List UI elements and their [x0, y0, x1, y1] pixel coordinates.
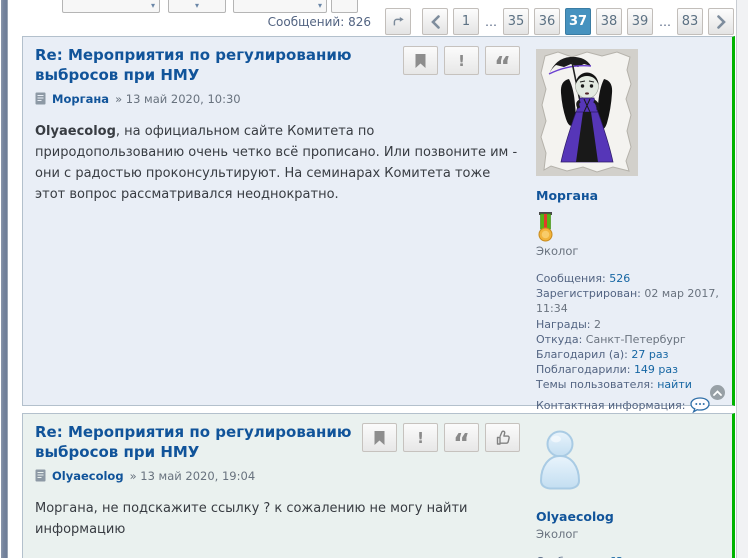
- stat-value-user-topics-link[interactable]: найти: [657, 378, 692, 391]
- post-date: » 13 май 2020, 19:04: [130, 469, 256, 483]
- stat-label: Награды:: [536, 318, 591, 331]
- post: Re: Мероприятия по регулированию выбросо…: [22, 36, 735, 406]
- bookmark-button[interactable]: [362, 423, 397, 452]
- post-author-link[interactable]: Olyaecolog: [52, 469, 124, 483]
- medal-icon: [536, 212, 555, 242]
- page-button-83[interactable]: 83: [677, 8, 703, 35]
- quote-button[interactable]: “: [444, 423, 479, 452]
- post-body: Моргана, не подскажите ссылку ? к сожале…: [35, 498, 518, 540]
- post-meta: Olyaecolog » 13 май 2020, 19:04: [35, 469, 518, 483]
- jump-to-page-button[interactable]: [385, 8, 411, 35]
- page-button-38[interactable]: 38: [596, 8, 622, 35]
- profile-username-link[interactable]: Olyaecolog: [536, 509, 728, 524]
- post-profile: Моргана Эколог Сообщения: 526 Зарегистри…: [526, 37, 732, 405]
- avatar[interactable]: [536, 49, 638, 176]
- post: Re: Мероприятия по регулированию выбросо…: [22, 413, 735, 558]
- post-action-buttons: ! “: [362, 423, 520, 452]
- stat-value-messages[interactable]: 526: [609, 272, 630, 285]
- exclamation-icon: !: [417, 429, 424, 447]
- post-title-link[interactable]: Re: Мероприятия по регулированию выбросо…: [35, 423, 375, 463]
- chevron-left-icon: [430, 15, 441, 29]
- bookmark-button[interactable]: [403, 46, 438, 75]
- post-body: Olyaecolog, на официальном сайте Комитет…: [35, 121, 518, 205]
- pagination-bar: Сообщений: 826 1 … 35 36 37 38 39 … 83: [280, 8, 734, 35]
- bookmark-icon: [373, 430, 386, 446]
- profile-stats: Сообщения: 62: [536, 554, 728, 558]
- private-message-icon[interactable]: [690, 397, 711, 413]
- contact-label: Контактная информация:: [536, 399, 685, 412]
- chevron-down-icon: ▾: [195, 1, 199, 11]
- prev-page-button[interactable]: [422, 8, 448, 35]
- user-rank: Эколог: [536, 244, 728, 258]
- stat-value-location: Санкт-Петербург: [586, 333, 686, 346]
- arrow-jump-icon: [392, 14, 404, 29]
- forum-page: ▾ ▾ ▾ Сообщений: 826 1 … 35 36 37 38 39 …: [0, 0, 748, 558]
- stat-value-awards: 2: [594, 318, 601, 331]
- pagination-ellipsis: …: [484, 15, 498, 29]
- thumbs-up-icon: [495, 430, 511, 446]
- stat-label: Сообщения:: [536, 272, 606, 285]
- mention-username: Olyaecolog: [35, 124, 116, 139]
- page-right-margin: [736, 0, 748, 558]
- profile-username-link[interactable]: Моргана: [536, 188, 728, 203]
- stat-label: Благодарил (а):: [536, 348, 628, 361]
- messages-count: Сообщений: 826: [268, 15, 371, 29]
- post-content: Re: Мероприятия по регулированию выбросо…: [23, 37, 526, 405]
- quote-button[interactable]: “: [485, 46, 520, 75]
- stat-label: Откуда:: [536, 333, 582, 346]
- topic-tools-select[interactable]: ▾: [62, 0, 160, 13]
- stat-label: Темы пользователя:: [536, 378, 654, 391]
- exclamation-icon: !: [458, 52, 465, 70]
- chevron-down-icon: ▾: [151, 1, 155, 11]
- stat-label: Зарегистрирован:: [536, 287, 641, 300]
- scroll-to-top-button[interactable]: [710, 385, 725, 400]
- bookmark-icon: [414, 53, 427, 69]
- default-avatar: [536, 429, 584, 491]
- profile-stats: Сообщения: 526 Зарегистрирован: 02 мар 2…: [536, 271, 728, 392]
- page-button-39[interactable]: 39: [627, 8, 653, 35]
- page-button-37-current[interactable]: 37: [565, 8, 591, 35]
- chevron-right-icon: [716, 15, 727, 29]
- stat-value-thanked-given[interactable]: 27 раз: [631, 348, 668, 361]
- stat-value-thanked-received[interactable]: 149 раз: [634, 363, 678, 376]
- page-button-36[interactable]: 36: [534, 8, 560, 35]
- post-action-buttons: ! “: [403, 46, 520, 75]
- page-button-35[interactable]: 35: [503, 8, 529, 35]
- post-author-link[interactable]: Моргана: [52, 92, 109, 106]
- stat-label: Поблагодарили:: [536, 363, 630, 376]
- post-meta: Моргана » 13 май 2020, 10:30: [35, 92, 518, 106]
- pagination-ellipsis: …: [658, 15, 672, 29]
- chevron-up-icon: [713, 390, 722, 396]
- contact-info-row: Контактная информация:: [536, 397, 728, 413]
- post-title-link[interactable]: Re: Мероприятия по регулированию выбросо…: [35, 46, 375, 86]
- post-date: » 13 май 2020, 10:30: [115, 92, 241, 106]
- user-rank: Эколог: [536, 527, 728, 541]
- left-scrollbar[interactable]: [1, 0, 8, 558]
- page-button-1[interactable]: 1: [453, 8, 479, 35]
- page-icon: [35, 92, 46, 105]
- topic-tools-go-button[interactable]: ▾: [168, 0, 226, 13]
- report-button[interactable]: !: [444, 46, 479, 75]
- post-profile: Olyaecolog Эколог Сообщения: 62: [526, 414, 732, 558]
- like-button[interactable]: [485, 423, 520, 452]
- next-page-button[interactable]: [708, 8, 734, 35]
- page-icon: [35, 469, 46, 482]
- report-button[interactable]: !: [403, 423, 438, 452]
- post-content: Re: Мероприятия по регулированию выбросо…: [23, 414, 526, 558]
- post-text: Моргана, не подскажите ссылку ? к сожале…: [35, 501, 468, 537]
